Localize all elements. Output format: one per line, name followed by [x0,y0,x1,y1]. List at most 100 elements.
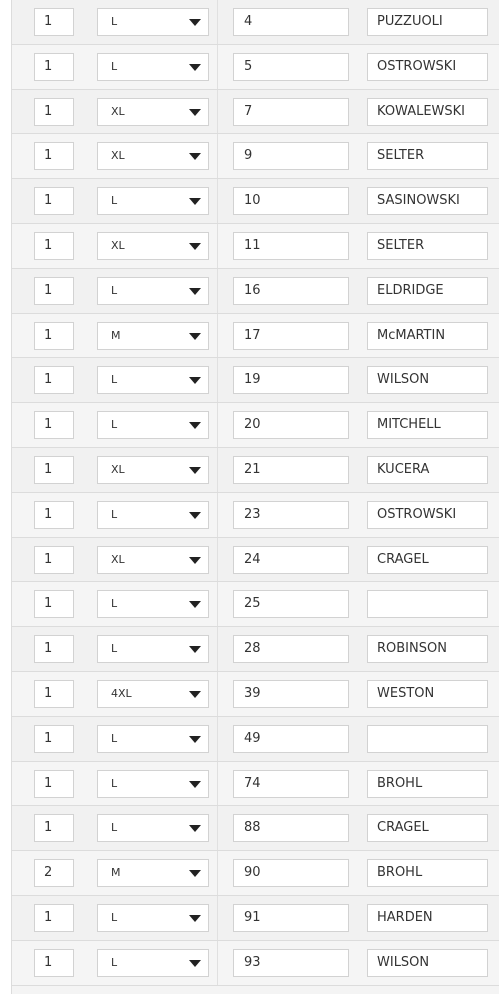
size-select[interactable]: L [97,769,209,798]
jersey-number-field[interactable]: 25 [233,590,349,619]
size-select[interactable]: L [97,276,209,305]
size-select[interactable]: XL [97,97,209,126]
size-select[interactable]: L [97,948,209,977]
player-name-field[interactable]: CRAGEL [367,814,488,843]
chevron-down-icon[interactable] [189,556,201,564]
jersey-number-field[interactable]: 49 [233,724,349,753]
jersey-number-field[interactable]: 16 [233,276,349,305]
quantity-field[interactable]: 1 [34,321,74,350]
size-select[interactable]: XL [97,232,209,260]
quantity-field[interactable]: 1 [34,545,74,574]
size-select[interactable]: L [97,187,209,216]
size-select[interactable]: 4XL [97,680,209,708]
chevron-down-icon[interactable] [189,108,201,116]
jersey-number-field[interactable]: 5 [233,52,349,81]
jersey-number-field[interactable]: 90 [233,859,349,888]
player-name-field[interactable] [367,724,488,753]
chevron-down-icon[interactable] [189,198,201,206]
quantity-field[interactable]: 1 [34,814,74,843]
jersey-number-field[interactable]: 91 [233,904,349,932]
quantity-field[interactable]: 1 [34,456,74,484]
size-select[interactable]: L [97,52,209,81]
jersey-number-field[interactable]: 74 [233,769,349,798]
player-name-field[interactable]: MITCHELL [367,411,488,440]
jersey-number-field[interactable]: 20 [233,411,349,440]
chevron-down-icon[interactable] [189,511,201,519]
chevron-down-icon[interactable] [189,646,201,654]
quantity-field[interactable]: 1 [34,8,74,36]
quantity-field[interactable]: 1 [34,232,74,260]
size-select[interactable]: L [97,904,209,932]
player-name-field[interactable] [367,590,488,619]
quantity-field[interactable]: 1 [34,366,74,395]
quantity-field[interactable]: 1 [34,52,74,81]
quantity-field[interactable]: 1 [34,948,74,977]
jersey-number-field[interactable]: 10 [233,187,349,216]
quantity-field[interactable]: 1 [34,411,74,440]
chevron-down-icon[interactable] [189,422,201,430]
player-name-field[interactable]: SASINOWSKI [367,187,488,216]
chevron-down-icon[interactable] [189,243,201,250]
size-select[interactable]: L [97,500,209,529]
quantity-field[interactable]: 1 [34,97,74,126]
jersey-number-field[interactable]: 7 [233,97,349,126]
player-name-field[interactable]: McMARTIN [367,321,488,350]
size-select[interactable]: M [97,859,209,888]
player-name-field[interactable]: CRAGEL [367,545,488,574]
player-name-field[interactable]: KOWALEWSKI [367,97,488,126]
quantity-field[interactable]: 1 [34,904,74,932]
quantity-field[interactable]: 1 [34,276,74,305]
chevron-down-icon[interactable] [189,915,201,922]
size-select[interactable]: L [97,724,209,753]
quantity-field[interactable]: 1 [34,724,74,753]
player-name-field[interactable]: WILSON [367,948,488,977]
jersey-number-field[interactable]: 39 [233,680,349,708]
size-select[interactable]: XL [97,545,209,574]
jersey-number-field[interactable]: 24 [233,545,349,574]
chevron-down-icon[interactable] [189,63,201,71]
player-name-field[interactable]: OSTROWSKI [367,52,488,81]
size-select[interactable]: L [97,590,209,619]
jersey-number-field[interactable]: 88 [233,814,349,843]
chevron-down-icon[interactable] [189,287,201,295]
jersey-number-field[interactable]: 9 [233,142,349,171]
size-select[interactable]: XL [97,142,209,171]
jersey-number-field[interactable]: 4 [233,8,349,36]
quantity-field[interactable]: 1 [34,500,74,529]
player-name-field[interactable]: ELDRIDGE [367,276,488,305]
player-name-field[interactable]: PUZZUOLI [367,8,488,36]
player-name-field[interactable]: KUCERA [367,456,488,484]
chevron-down-icon[interactable] [189,601,201,609]
chevron-down-icon[interactable] [189,377,201,385]
chevron-down-icon[interactable] [189,19,201,26]
size-select[interactable]: XL [97,456,209,484]
chevron-down-icon[interactable] [189,959,201,967]
player-name-field[interactable]: BROHL [367,769,488,798]
jersey-number-field[interactable]: 23 [233,500,349,529]
player-name-field[interactable]: HARDEN [367,904,488,932]
size-select[interactable]: M [97,321,209,350]
player-name-field[interactable]: OSTROWSKI [367,500,488,529]
size-select[interactable]: L [97,366,209,395]
quantity-field[interactable]: 1 [34,142,74,171]
size-select[interactable]: L [97,814,209,843]
size-select[interactable]: L [97,635,209,664]
chevron-down-icon[interactable] [189,153,201,161]
player-name-field[interactable]: SELTER [367,142,488,171]
chevron-down-icon[interactable] [189,735,201,743]
player-name-field[interactable]: WESTON [367,680,488,708]
quantity-field[interactable]: 1 [34,635,74,664]
quantity-field[interactable]: 1 [34,680,74,708]
size-select[interactable]: L [97,411,209,440]
player-name-field[interactable]: WILSON [367,366,488,395]
chevron-down-icon[interactable] [189,780,201,788]
player-name-field[interactable]: ROBINSON [367,635,488,664]
jersey-number-field[interactable]: 28 [233,635,349,664]
jersey-number-field[interactable]: 19 [233,366,349,395]
size-select[interactable]: L [97,8,209,36]
player-name-field[interactable]: BROHL [367,859,488,888]
jersey-number-field[interactable]: 17 [233,321,349,350]
chevron-down-icon[interactable] [189,691,201,698]
quantity-field[interactable]: 1 [34,187,74,216]
jersey-number-field[interactable]: 21 [233,456,349,484]
